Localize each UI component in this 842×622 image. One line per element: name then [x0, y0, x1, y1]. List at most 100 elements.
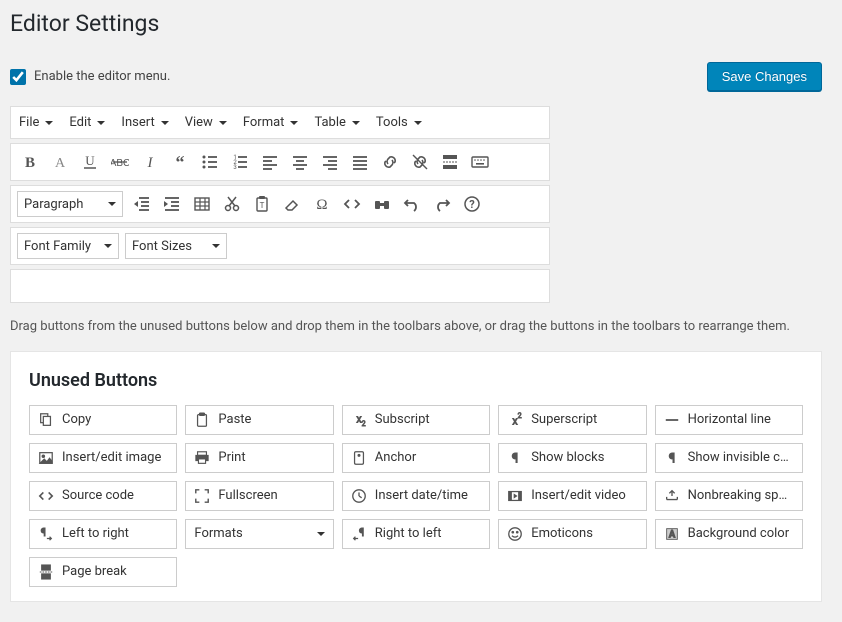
redo-button[interactable] [427, 189, 457, 219]
align-justify-button[interactable] [345, 147, 375, 177]
menu-file[interactable]: File [11, 111, 61, 134]
unused-buttons-panel: Unused Buttons Copy Paste Subscript Supersc… [10, 351, 822, 602]
unused-button-label: Show invisible characters [688, 450, 794, 465]
unused-button-ltr[interactable]: Left to right [29, 519, 177, 549]
paste-plain-button[interactable] [247, 189, 277, 219]
menu-edit[interactable]: Edit [61, 111, 113, 134]
subscript-icon [351, 412, 367, 428]
copy-icon [38, 412, 54, 428]
unused-button-fullscreen[interactable]: Fullscreen [185, 481, 333, 511]
unused-button-label: Horizontal line [688, 412, 794, 427]
menu-view[interactable]: View [177, 111, 235, 134]
image-icon [38, 450, 54, 466]
unused-button-clock[interactable]: Insert date/time [342, 481, 490, 511]
bgcolor-icon [664, 526, 680, 542]
link-button[interactable] [375, 147, 405, 177]
unused-button-label: Emoticons [531, 526, 637, 541]
font-family-button[interactable] [45, 147, 75, 177]
chevron-down-icon [414, 121, 422, 125]
fullscreen-icon [194, 488, 210, 504]
enable-editor-menu-label: Enable the editor menu. [34, 69, 170, 84]
unused-button-subscript[interactable]: Subscript [342, 405, 490, 435]
undo-button[interactable] [397, 189, 427, 219]
table-button[interactable] [187, 189, 217, 219]
keyboard-button[interactable] [465, 147, 495, 177]
bullet-list-button[interactable] [195, 147, 225, 177]
outdent-button[interactable] [127, 189, 157, 219]
unused-button-copy[interactable]: Copy [29, 405, 177, 435]
code-button[interactable] [337, 189, 367, 219]
align-right-button[interactable] [315, 147, 345, 177]
unused-button-pagebreak[interactable]: Page break [29, 557, 177, 587]
unused-button-label: Nonbreaking space [688, 488, 794, 503]
editor-menubar: File Edit Insert View Format Table Tools [10, 106, 550, 139]
bold-button[interactable] [15, 147, 45, 177]
menu-format[interactable]: Format [235, 111, 307, 134]
cut-button[interactable] [217, 189, 247, 219]
pilcrow-icon [664, 450, 680, 466]
unused-button-sourcecode[interactable]: Source code [29, 481, 177, 511]
chevron-down-icon [97, 121, 105, 125]
unused-button-print[interactable]: Print [185, 443, 333, 473]
unused-button-label: Page break [62, 564, 168, 579]
read-more-button[interactable] [435, 147, 465, 177]
menu-table[interactable]: Table [306, 111, 367, 134]
unused-button-rtl[interactable]: Right to left [342, 519, 490, 549]
omega-button[interactable] [307, 189, 337, 219]
unused-button-label: Formats [194, 526, 308, 541]
font-sizes-select[interactable]: Font Sizes [125, 233, 227, 259]
numbered-list-button[interactable] [225, 147, 255, 177]
align-center-button[interactable] [285, 147, 315, 177]
sourcecode-icon [38, 488, 54, 504]
unused-button-anchor[interactable]: Anchor [342, 443, 490, 473]
unused-button-pilcrow[interactable]: Show blocks [498, 443, 646, 473]
enable-editor-menu-checkbox[interactable] [10, 69, 26, 85]
font-family-select[interactable]: Font Family [17, 233, 119, 259]
unused-button-formats[interactable]: Formats [185, 519, 333, 549]
unused-button-hr[interactable]: Horizontal line [655, 405, 803, 435]
chevron-down-icon [290, 121, 298, 125]
chevron-down-icon [219, 121, 227, 125]
menu-insert[interactable]: Insert [113, 111, 176, 134]
ltr-icon [38, 526, 54, 542]
unused-button-label: Source code [62, 488, 168, 503]
unlink-button[interactable] [405, 147, 435, 177]
indent-button[interactable] [157, 189, 187, 219]
chevron-down-icon [108, 202, 116, 206]
help-button[interactable] [457, 189, 487, 219]
align-left-button[interactable] [255, 147, 285, 177]
unused-button-paste[interactable]: Paste [185, 405, 333, 435]
unused-button-nbsp[interactable]: Nonbreaking space [655, 481, 803, 511]
underline-button[interactable] [75, 147, 105, 177]
strikethrough-button[interactable] [105, 147, 135, 177]
binoculars-button[interactable] [367, 189, 397, 219]
unused-button-emoticon[interactable]: Emoticons [498, 519, 646, 549]
chevron-down-icon [161, 121, 169, 125]
chevron-down-icon [104, 244, 112, 248]
editor-toolbar-4[interactable] [10, 269, 550, 303]
unused-button-label: Subscript [375, 412, 481, 427]
italic-button[interactable] [135, 147, 165, 177]
pagebreak-icon [38, 564, 54, 580]
nbsp-icon [664, 488, 680, 504]
unused-button-label: Show blocks [531, 450, 637, 465]
save-changes-button[interactable]: Save Changes [707, 62, 822, 91]
paragraph-select[interactable]: Paragraph [17, 191, 123, 217]
rtl-icon [351, 526, 367, 542]
unused-button-label: Insert/edit video [531, 488, 637, 503]
anchor-icon [351, 450, 367, 466]
eraser-button[interactable] [277, 189, 307, 219]
menu-tools[interactable]: Tools [368, 111, 430, 134]
clock-icon [351, 488, 367, 504]
unused-button-superscript[interactable]: Superscript [498, 405, 646, 435]
unused-buttons-heading: Unused Buttons [29, 370, 803, 391]
unused-button-image[interactable]: Insert/edit image [29, 443, 177, 473]
blockquote-button[interactable] [165, 147, 195, 177]
unused-button-bgcolor[interactable]: Background color [655, 519, 803, 549]
editor-toolbar-1 [10, 143, 550, 181]
unused-button-label: Fullscreen [218, 488, 324, 503]
unused-button-label: Right to left [375, 526, 481, 541]
unused-button-pilcrow[interactable]: Show invisible characters [655, 443, 803, 473]
paste-icon [194, 412, 210, 428]
unused-button-video[interactable]: Insert/edit video [498, 481, 646, 511]
